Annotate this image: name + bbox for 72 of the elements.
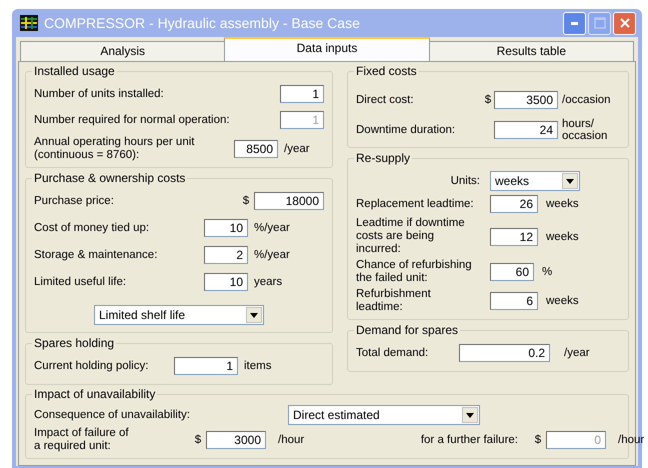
input-field[interactable]: 18000 xyxy=(254,192,324,210)
minimize-button[interactable] xyxy=(563,12,586,34)
field-label: Number required for normal operation: xyxy=(34,114,231,126)
group-title: Demand for spares xyxy=(354,323,460,337)
group-title: Purchase & ownership costs xyxy=(32,171,188,185)
currency-label: $ xyxy=(534,434,542,446)
unit-label: % xyxy=(541,266,554,278)
field-label: Replacement leadtime: xyxy=(356,198,475,210)
minimize-icon xyxy=(571,22,578,24)
input-field[interactable]: 60 xyxy=(490,263,534,281)
currency-label: $ xyxy=(194,434,202,446)
input-field[interactable]: 26 xyxy=(490,195,538,213)
field-label: Current holding policy: xyxy=(34,360,150,372)
unit-label: %/year xyxy=(253,249,291,261)
field-label: Total demand: xyxy=(356,346,430,360)
field-label: Chance of refurbishing the failed unit: xyxy=(356,259,473,285)
group-title: Installed usage xyxy=(32,64,117,78)
input-field[interactable]: 0.2 xyxy=(459,344,550,362)
unit-label: hours/ occasion xyxy=(561,118,608,142)
field-label: for a further failure: xyxy=(420,434,519,446)
input-field[interactable]: 6 xyxy=(490,292,538,310)
unit-label: weeks xyxy=(545,230,580,242)
group-title: Impact of unavailability xyxy=(32,387,158,401)
unit-label: /hour xyxy=(617,434,646,446)
unit-label: /year xyxy=(283,143,311,155)
input-field[interactable]: 1 xyxy=(174,357,238,375)
dropdown[interactable]: Direct estimated xyxy=(288,405,480,425)
input-field[interactable]: 10 xyxy=(204,219,248,237)
close-icon xyxy=(620,18,630,28)
unit-label: %/year xyxy=(253,222,291,234)
input-field[interactable]: 1 xyxy=(280,85,324,103)
input-field[interactable]: 12 xyxy=(490,228,538,246)
tab[interactable]: Data inputs xyxy=(224,37,430,61)
unit-label: weeks xyxy=(545,198,580,210)
input-field[interactable]: 3000 xyxy=(206,431,266,449)
input-field[interactable]: 10 xyxy=(204,273,248,291)
maximize-icon xyxy=(594,17,606,29)
field-label: Number of units installed: xyxy=(34,88,165,100)
unit-label: /year xyxy=(563,347,591,359)
unit-label: items xyxy=(243,360,272,372)
input-field[interactable]: 3500 xyxy=(494,91,558,109)
tab[interactable]: Analysis xyxy=(20,41,226,61)
field-label: Consequence of unavailability: xyxy=(34,408,191,422)
field-label: Impact of failure of a required unit: xyxy=(34,427,130,453)
field-label: Annual operating hours per unit (continuous = 8760): xyxy=(34,136,196,162)
field-label: Leadtime if downtime costs are being incurred: xyxy=(356,217,466,256)
dropdown[interactable]: weeks xyxy=(490,171,580,191)
app-icon xyxy=(20,15,38,31)
input-field[interactable]: 2 xyxy=(204,246,248,264)
currency-label: $ xyxy=(242,195,250,207)
field-label: Direct cost: xyxy=(356,94,415,106)
field-label: Cost of money tied up: xyxy=(34,222,150,234)
window-title: COMPRESSOR - Hydraulic assembly - Base Case xyxy=(44,15,361,31)
currency-label: $ xyxy=(484,94,492,106)
input-field[interactable]: 8500 xyxy=(234,140,278,158)
unit-label: weeks xyxy=(545,295,580,307)
group-title: Re-supply xyxy=(354,151,412,165)
dropdown[interactable]: Limited shelf life xyxy=(94,305,264,325)
input-field[interactable]: 24 xyxy=(494,121,558,139)
close-button[interactable] xyxy=(613,12,636,34)
unit-label: /occasion xyxy=(561,94,612,106)
group-title: Spares holding xyxy=(32,336,116,350)
field-label: Refurbishment leadtime: xyxy=(356,288,432,314)
field-label: Limited useful life: xyxy=(34,276,128,288)
unit-label: /hour xyxy=(277,434,306,446)
group-title: Fixed costs xyxy=(354,64,419,78)
field-label: Units: xyxy=(450,174,481,188)
field-label: Storage & maintenance: xyxy=(34,248,158,262)
unit-label: years xyxy=(253,276,284,288)
field-label: Downtime duration: xyxy=(356,124,456,136)
field-label: Purchase price: xyxy=(34,194,115,208)
tab[interactable]: Results table xyxy=(428,41,634,61)
